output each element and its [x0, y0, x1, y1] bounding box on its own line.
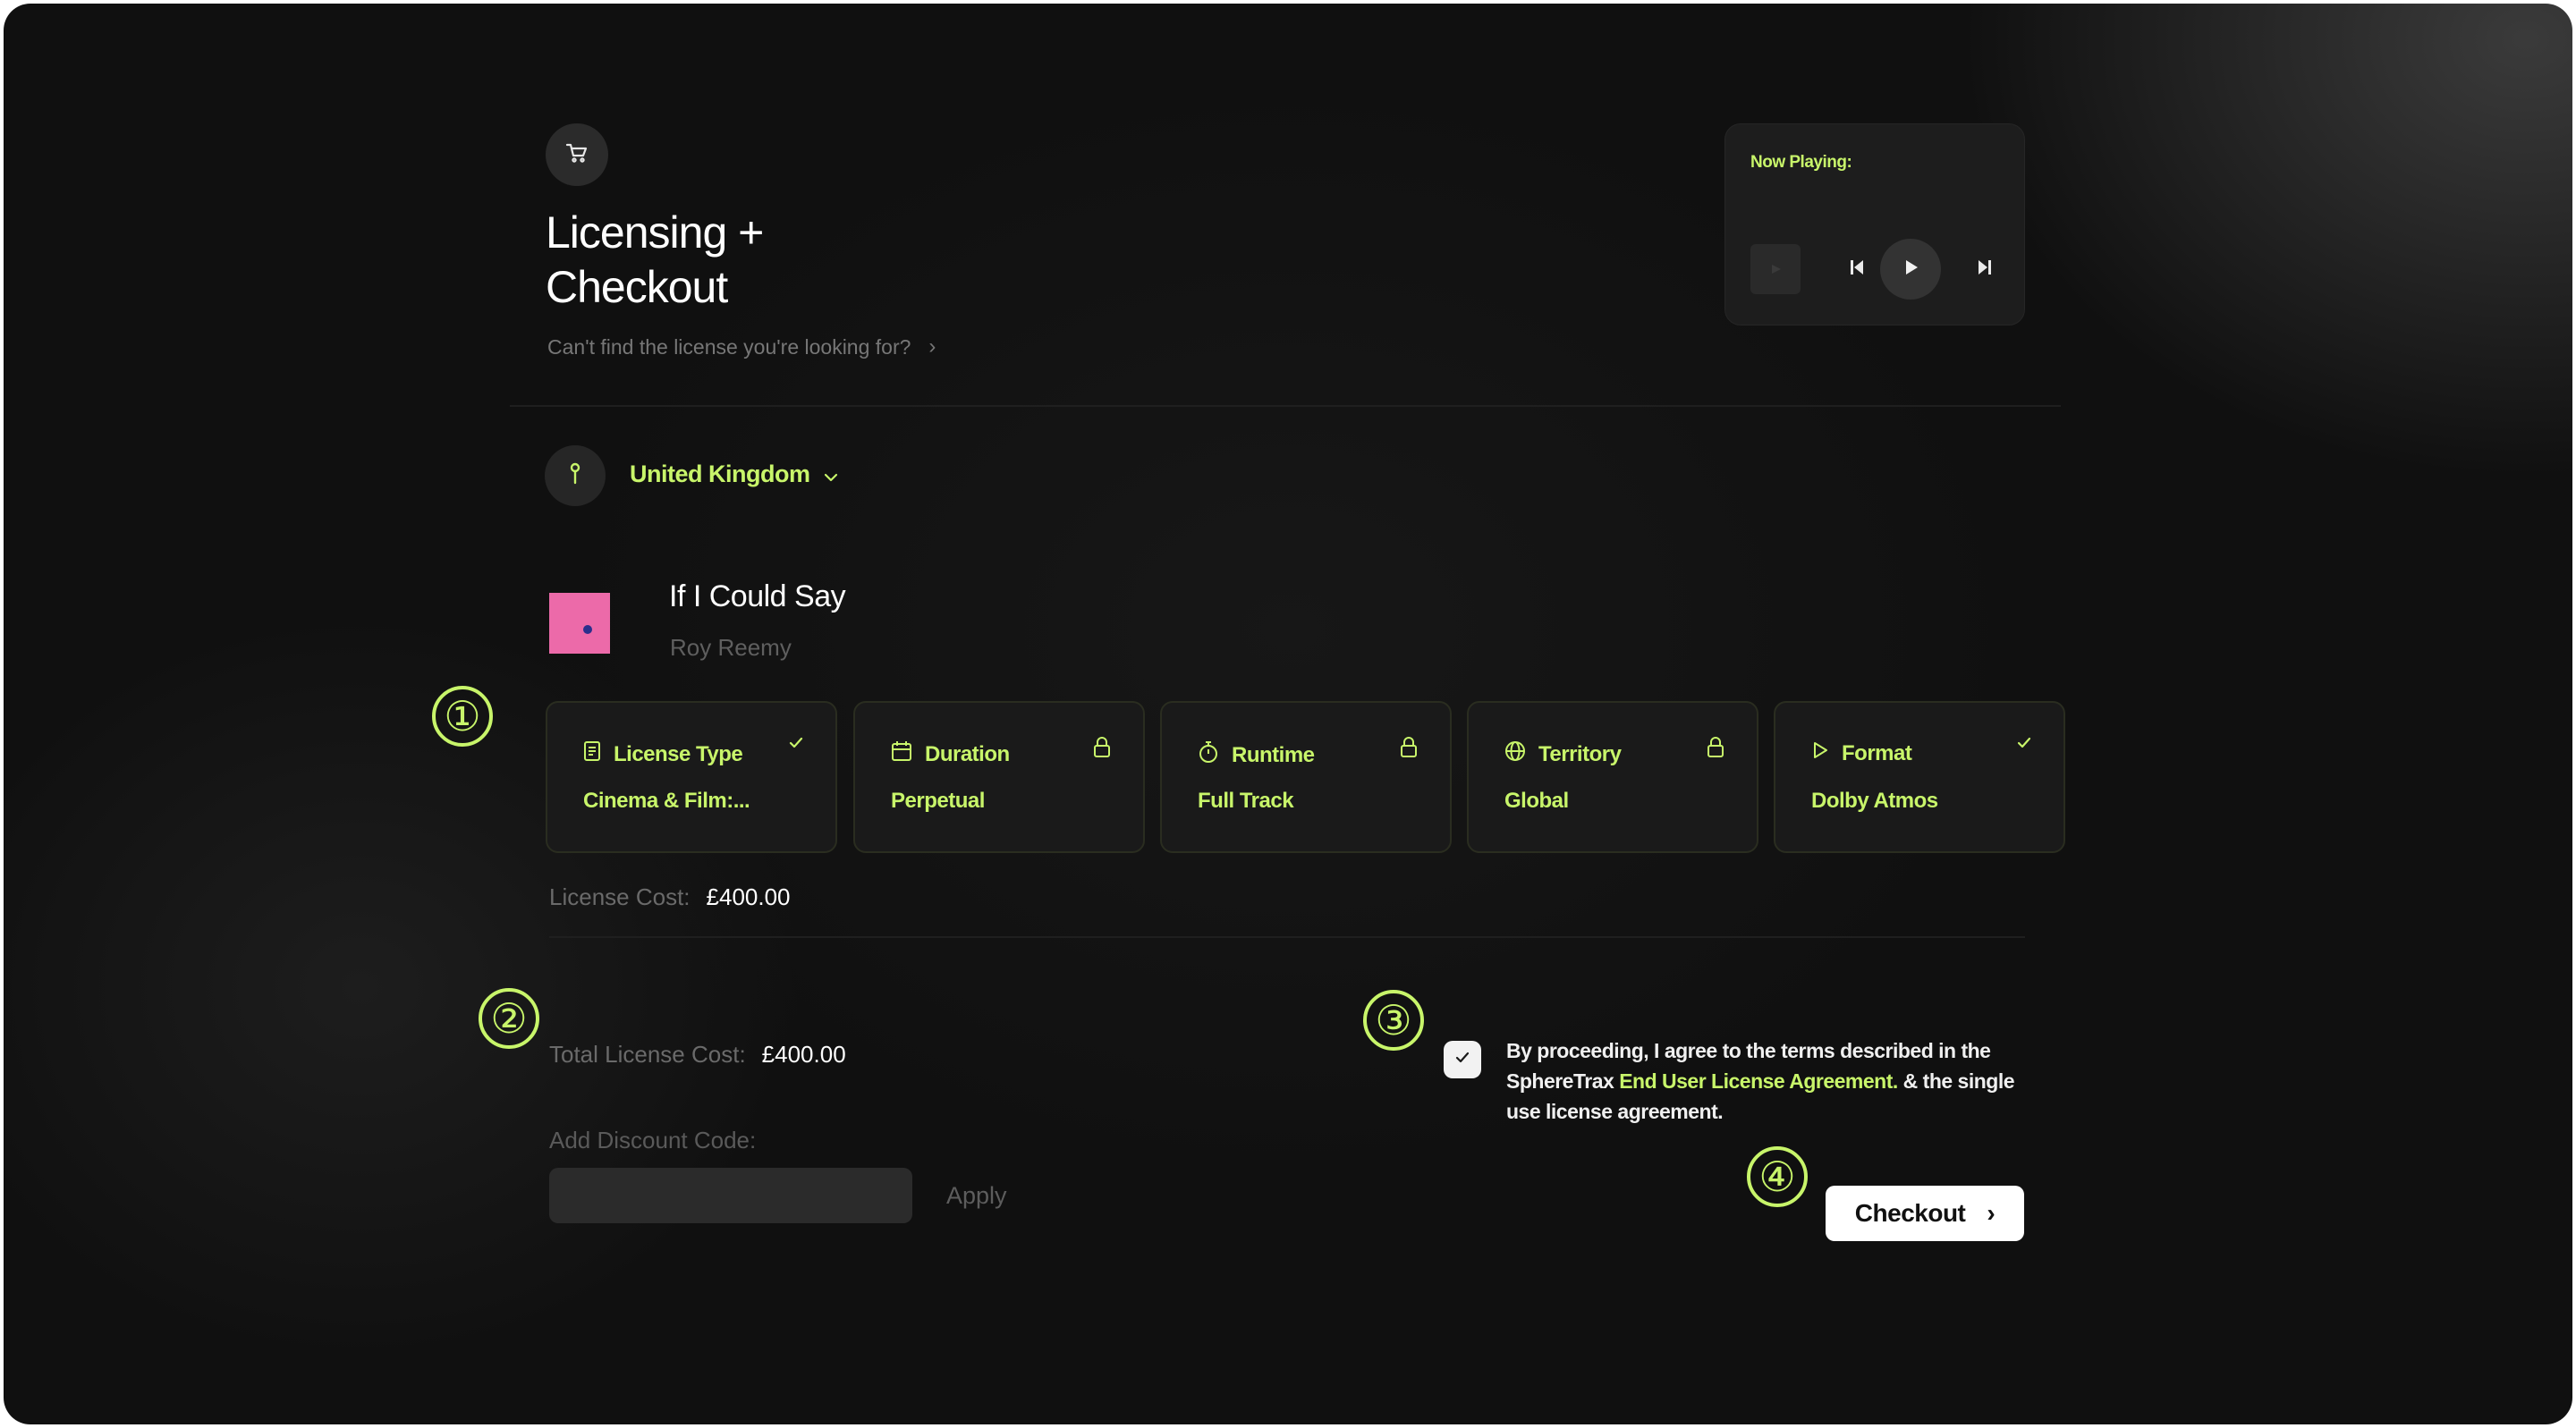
checkout-button[interactable]: Checkout › — [1826, 1186, 2024, 1241]
option-value: Global — [1504, 789, 1569, 813]
now-playing-label: Now Playing: — [1750, 153, 1852, 172]
checkmark-icon — [1454, 1051, 1470, 1069]
checkout-label: Checkout — [1854, 1199, 1966, 1227]
annotation-marker-1: ① — [432, 686, 493, 747]
previous-track-button[interactable] — [1839, 251, 1875, 287]
option-label: License Type — [614, 741, 743, 766]
chevron-right-icon: › — [928, 334, 936, 359]
next-track-button[interactable] — [1967, 251, 2003, 287]
license-cost-value: £400.00 — [706, 883, 791, 910]
page-title-line-1: Licensing + — [546, 207, 764, 258]
app-window: Licensing + Checkout Can't find the lice… — [4, 4, 2572, 1424]
option-value: Cinema & Film:... — [583, 789, 750, 813]
total-cost-row: Total License Cost: £400.00 — [549, 1041, 846, 1069]
annotation-marker-3: ③ — [1363, 990, 1424, 1051]
play-outline-icon — [1811, 740, 1829, 766]
option-label: Duration — [925, 741, 1010, 766]
lock-icon — [1707, 737, 1724, 763]
agreement-checkbox[interactable] — [1444, 1041, 1481, 1078]
apply-discount-button[interactable]: Apply — [946, 1182, 1007, 1210]
total-cost-label: Total License Cost: — [549, 1041, 746, 1068]
option-label: Format — [1842, 740, 1912, 765]
option-card-runtime[interactable]: Runtime Full Track — [1160, 701, 1452, 853]
calendar-icon — [891, 740, 912, 768]
track-artist: Roy Reemy — [670, 634, 792, 661]
lock-icon — [1400, 737, 1418, 763]
now-playing-artwork — [1750, 244, 1801, 294]
annotation-marker-2: ② — [479, 988, 539, 1049]
license-cost-label: License Cost: — [549, 883, 691, 910]
option-card-format[interactable]: Format Dolby Atmos — [1774, 701, 2065, 853]
page-title: Licensing + Checkout — [546, 206, 764, 315]
option-card-territory[interactable]: Territory Global — [1467, 701, 1758, 853]
eula-link[interactable]: End User License Agreement. — [1619, 1069, 1898, 1093]
license-help-link[interactable]: Can't find the license you're looking fo… — [547, 334, 936, 359]
license-help-text: Can't find the license you're looking fo… — [547, 334, 911, 359]
play-button[interactable] — [1880, 239, 1941, 300]
license-cost-row: License Cost: £400.00 — [549, 883, 791, 911]
location-button[interactable] — [545, 445, 606, 506]
cart-button[interactable] — [546, 123, 608, 186]
chevron-down-icon — [824, 461, 838, 488]
document-icon — [583, 740, 601, 768]
stopwatch-icon — [1198, 740, 1219, 770]
track-title: If I Could Say — [669, 579, 846, 613]
option-value: Perpetual — [891, 789, 985, 813]
option-card-duration[interactable]: Duration Perpetual — [853, 701, 1145, 853]
territory-selector[interactable]: United Kingdom — [630, 461, 838, 488]
total-cost-value: £400.00 — [761, 1041, 846, 1068]
album-artwork — [549, 593, 610, 654]
option-label: Territory — [1538, 741, 1622, 766]
skip-back-icon — [1848, 258, 1866, 282]
option-value: Dolby Atmos — [1811, 789, 1938, 813]
option-card-license-type[interactable]: License Type Cinema & Film:... — [546, 701, 837, 853]
play-icon — [1902, 258, 1919, 282]
option-value: Full Track — [1198, 789, 1294, 813]
cost-divider — [549, 936, 2025, 938]
location-pin-icon — [568, 461, 582, 491]
discount-code-input[interactable] — [549, 1168, 912, 1223]
cart-icon — [565, 142, 589, 168]
agreement-text: By proceeding, I agree to the terms desc… — [1506, 1035, 2043, 1127]
now-playing-panel: Now Playing: — [1724, 123, 2025, 325]
territory-country: United Kingdom — [630, 461, 810, 487]
discount-label: Add Discount Code: — [549, 1127, 757, 1153]
check-icon — [2017, 737, 2031, 754]
skip-forward-icon — [1976, 258, 1994, 282]
chevron-right-icon: › — [1987, 1199, 1996, 1227]
annotation-marker-4: ④ — [1747, 1146, 1808, 1207]
header-divider — [510, 405, 2061, 407]
option-label: Runtime — [1232, 742, 1315, 767]
check-icon — [789, 737, 803, 754]
page-title-line-2: Checkout — [546, 262, 728, 312]
lock-icon — [1093, 737, 1111, 763]
globe-icon — [1504, 740, 1526, 768]
